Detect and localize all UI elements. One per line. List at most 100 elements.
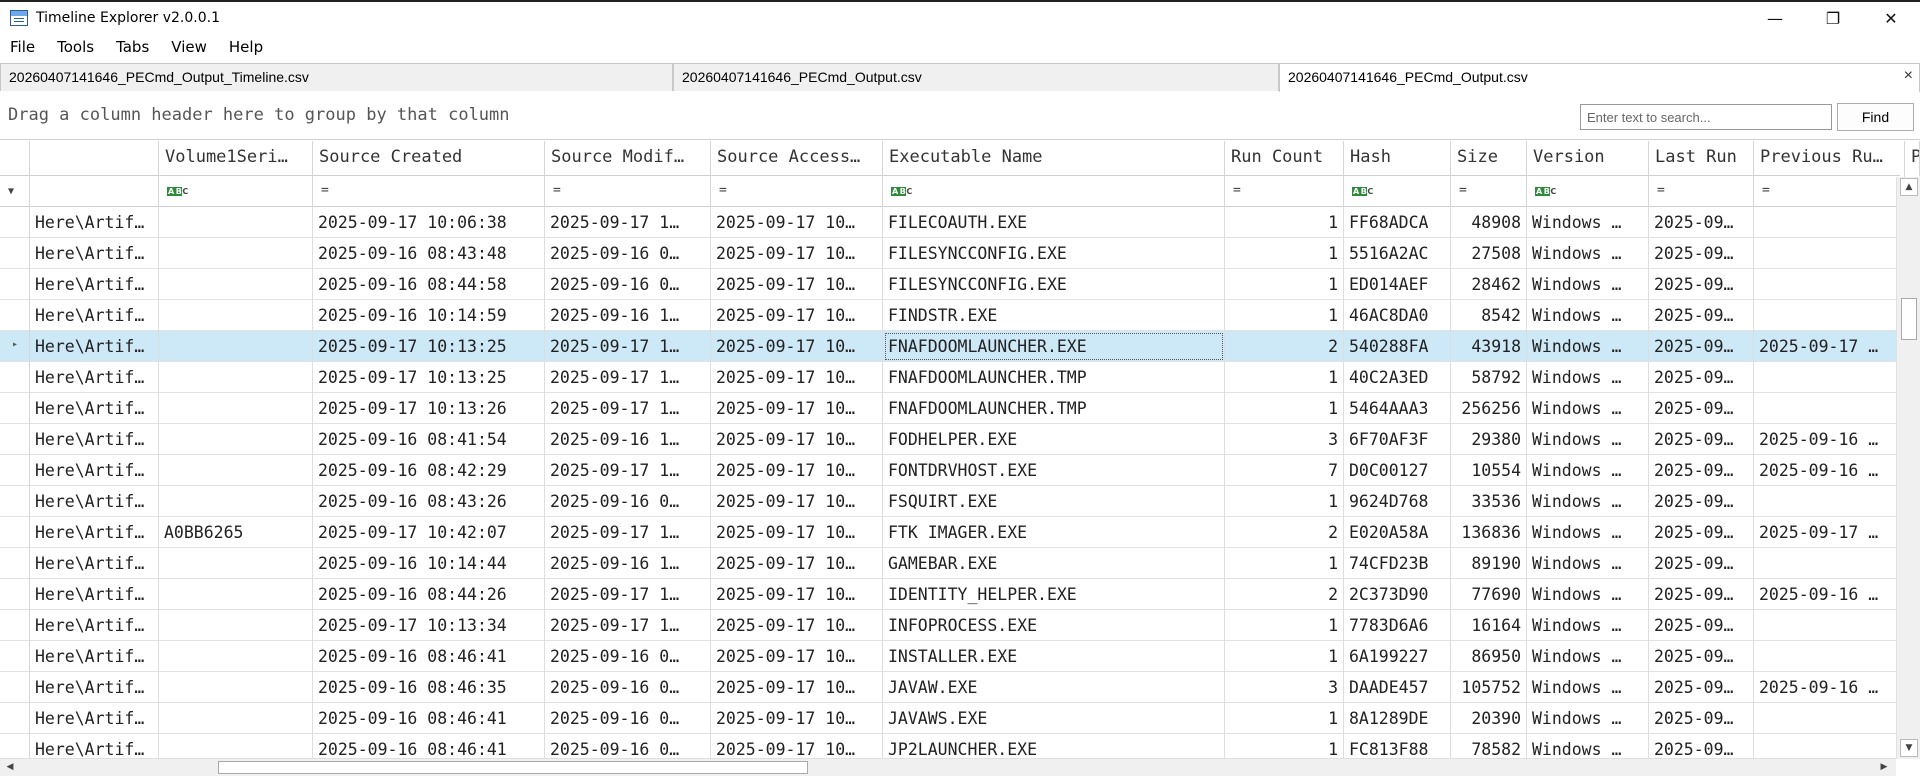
find-button[interactable]: Find bbox=[1837, 103, 1914, 131]
table-cell[interactable]: 2025-09-17 10:13:25 bbox=[313, 331, 545, 362]
table-cell[interactable]: GAMEBAR.EXE bbox=[883, 548, 1225, 579]
filter-abc-icon[interactable]: A BC bbox=[1527, 176, 1649, 207]
table-cell[interactable]: 2025-09-17 10… bbox=[711, 517, 883, 548]
table-row[interactable]: Here\Artif… 2025-09-16 08:46:41 2025-09-16… bbox=[0, 703, 1920, 734]
table-cell[interactable]: Windows … bbox=[1527, 362, 1649, 393]
table-cell[interactable]: 2025-09… bbox=[1649, 269, 1754, 300]
table-cell[interactable]: Here\Artif… bbox=[30, 703, 159, 734]
table-cell[interactable]: 3 bbox=[1225, 672, 1344, 703]
table-cell[interactable]: JAVAW.EXE bbox=[883, 672, 1225, 703]
table-cell[interactable]: 1 bbox=[1225, 269, 1344, 300]
column-header[interactable]: Run Count bbox=[1225, 141, 1344, 176]
current-row-arrow-icon[interactable]: ▸ bbox=[0, 331, 30, 362]
table-cell[interactable]: 5516A2AC bbox=[1344, 238, 1451, 269]
table-row[interactable]: Here\Artif… 2025-09-17 10:13:26 2025-09-17… bbox=[0, 393, 1920, 424]
table-cell[interactable]: 2025-09-16 1… bbox=[545, 300, 711, 331]
column-header[interactable]: Volume1Seri… bbox=[159, 141, 313, 176]
table-cell[interactable]: FF68ADCA bbox=[1344, 207, 1451, 238]
table-cell[interactable]: 6F70AF3F bbox=[1344, 424, 1451, 455]
table-cell[interactable]: 40C2A3ED bbox=[1344, 362, 1451, 393]
column-header[interactable]: Last Run bbox=[1649, 141, 1754, 176]
table-cell[interactable]: 2025-09-17 10… bbox=[711, 579, 883, 610]
table-row[interactable]: Here\Artif… 2025-09-16 08:46:35 2025-09-16… bbox=[0, 672, 1920, 703]
table-cell[interactable] bbox=[1754, 734, 1905, 759]
table-cell[interactable]: 1 bbox=[1225, 238, 1344, 269]
table-cell[interactable]: 2025-09-17 1… bbox=[545, 579, 711, 610]
table-cell[interactable]: 2025-09-16 08:46:41 bbox=[313, 734, 545, 759]
table-row[interactable]: Here\Artif… 2025-09-16 08:43:48 2025-09-16… bbox=[0, 238, 1920, 269]
table-cell[interactable]: 2025-09-16 1… bbox=[545, 548, 711, 579]
table-cell[interactable]: INSTALLER.EXE bbox=[883, 641, 1225, 672]
table-cell[interactable] bbox=[159, 331, 313, 362]
table-cell[interactable]: 9624D768 bbox=[1344, 486, 1451, 517]
table-cell[interactable] bbox=[159, 424, 313, 455]
table-cell[interactable]: JAVAWS.EXE bbox=[883, 703, 1225, 734]
table-cell[interactable]: Here\Artif… bbox=[30, 641, 159, 672]
table-cell[interactable]: 2025-09-16 08:44:58 bbox=[313, 269, 545, 300]
table-cell[interactable]: Windows … bbox=[1527, 703, 1649, 734]
tab-close-icon[interactable]: × bbox=[1904, 67, 1913, 85]
row-indicator[interactable] bbox=[0, 238, 30, 269]
table-cell[interactable]: 2025-09-16 … bbox=[1754, 579, 1905, 610]
filter-equals-icon[interactable]: = bbox=[711, 176, 883, 207]
table-cell[interactable]: Windows … bbox=[1527, 238, 1649, 269]
filter-equals-icon[interactable]: = bbox=[1754, 176, 1905, 207]
table-cell[interactable]: 2025-09-16 0… bbox=[545, 703, 711, 734]
table-cell[interactable]: 2025-09… bbox=[1649, 238, 1754, 269]
table-cell[interactable]: Here\Artif… bbox=[30, 548, 159, 579]
row-indicator[interactable] bbox=[0, 424, 30, 455]
table-cell[interactable] bbox=[159, 734, 313, 759]
table-cell[interactable]: 2025-09-17 1… bbox=[545, 393, 711, 424]
column-header[interactable]: Source Modif… bbox=[545, 141, 711, 176]
table-cell[interactable]: 16164 bbox=[1451, 610, 1527, 641]
table-cell[interactable]: FSQUIRT.EXE bbox=[883, 486, 1225, 517]
table-cell[interactable]: 48908 bbox=[1451, 207, 1527, 238]
table-cell[interactable]: ED014AEF bbox=[1344, 269, 1451, 300]
table-cell[interactable]: 2 bbox=[1225, 331, 1344, 362]
table-cell[interactable]: 1 bbox=[1225, 641, 1344, 672]
table-row[interactable]: Here\Artif… 2025-09-16 10:14:44 2025-09-16… bbox=[0, 548, 1920, 579]
table-cell[interactable] bbox=[1754, 207, 1905, 238]
table-cell[interactable]: INFOPROCESS.EXE bbox=[883, 610, 1225, 641]
table-cell[interactable]: 2025-09… bbox=[1649, 517, 1754, 548]
table-row[interactable]: Here\Artif… 2025-09-17 10:06:38 2025-09-17… bbox=[0, 207, 1920, 238]
row-indicator[interactable] bbox=[0, 703, 30, 734]
table-cell[interactable]: 2025-09-16 0… bbox=[545, 486, 711, 517]
table-cell[interactable]: 2025-09-17 10… bbox=[711, 734, 883, 759]
table-cell[interactable]: 29380 bbox=[1451, 424, 1527, 455]
table-cell[interactable] bbox=[159, 641, 313, 672]
table-cell[interactable]: Here\Artif… bbox=[30, 734, 159, 759]
table-cell[interactable]: 2025-09-17 10… bbox=[711, 238, 883, 269]
table-cell[interactable]: Windows … bbox=[1527, 393, 1649, 424]
table-cell[interactable] bbox=[1754, 393, 1905, 424]
table-cell[interactable]: Here\Artif… bbox=[30, 362, 159, 393]
row-indicator[interactable] bbox=[0, 517, 30, 548]
table-cell[interactable]: 74CFD23B bbox=[1344, 548, 1451, 579]
table-cell[interactable] bbox=[159, 269, 313, 300]
table-cell[interactable]: 2025-09-17 10… bbox=[711, 486, 883, 517]
scroll-up-icon[interactable]: ▲ bbox=[1900, 178, 1918, 196]
table-cell[interactable]: 3 bbox=[1225, 424, 1344, 455]
table-cell[interactable]: 2025-09-17 10:13:25 bbox=[313, 362, 545, 393]
table-cell[interactable]: FNAFDOOMLAUNCHER.EXE bbox=[883, 331, 1225, 362]
table-cell[interactable] bbox=[159, 362, 313, 393]
table-cell[interactable]: 2025-09-17 10… bbox=[711, 362, 883, 393]
table-cell[interactable]: DAADE457 bbox=[1344, 672, 1451, 703]
table-cell[interactable]: 2025-09-17 10… bbox=[711, 641, 883, 672]
table-cell[interactable]: 2025-09… bbox=[1649, 548, 1754, 579]
table-cell[interactable]: 105752 bbox=[1451, 672, 1527, 703]
menu-view[interactable]: View bbox=[160, 34, 218, 60]
tab-timeline-csv[interactable]: 20260407141646_PECmd_Output_Timeline.csv bbox=[0, 63, 673, 91]
table-cell[interactable]: 2025-09… bbox=[1649, 734, 1754, 759]
table-cell[interactable]: Here\Artif… bbox=[30, 393, 159, 424]
table-cell[interactable]: 2025-09… bbox=[1649, 641, 1754, 672]
table-cell[interactable]: E020A58A bbox=[1344, 517, 1451, 548]
table-cell[interactable]: 1 bbox=[1225, 362, 1344, 393]
table-row[interactable]: Here\Artif… 2025-09-16 08:46:41 2025-09-16… bbox=[0, 734, 1920, 759]
table-cell[interactable]: 86950 bbox=[1451, 641, 1527, 672]
table-cell[interactable]: 46AC8DA0 bbox=[1344, 300, 1451, 331]
table-cell[interactable]: 20390 bbox=[1451, 703, 1527, 734]
table-cell[interactable] bbox=[1754, 486, 1905, 517]
table-cell[interactable]: 2025-09-16 08:46:41 bbox=[313, 703, 545, 734]
filter-equals-icon[interactable]: = bbox=[1225, 176, 1344, 207]
